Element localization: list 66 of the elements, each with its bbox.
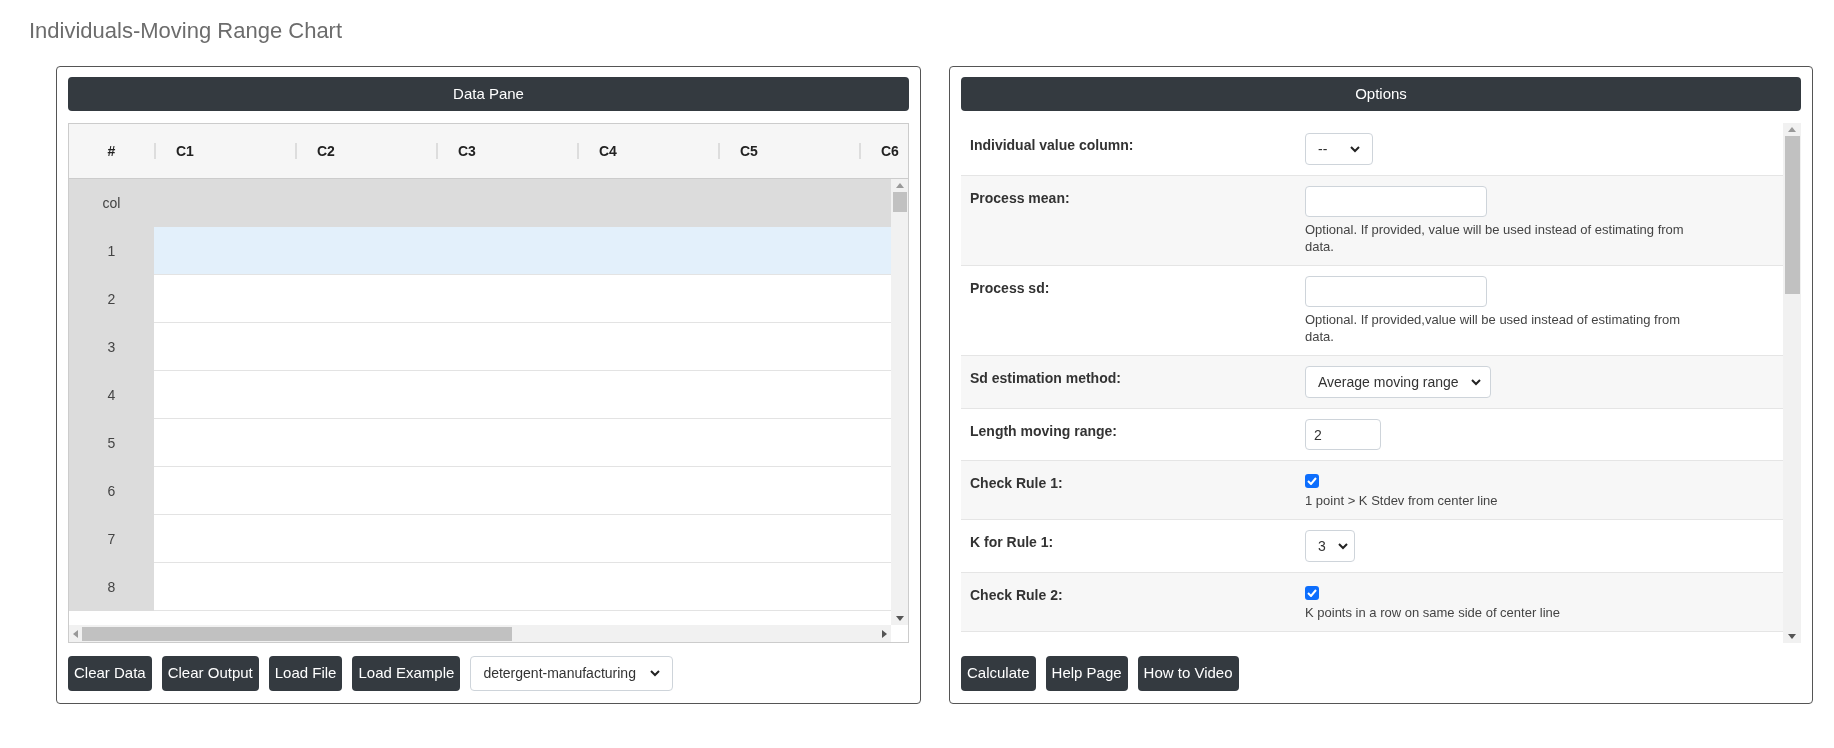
scroll-up-icon <box>895 183 904 188</box>
action-button[interactable]: Clear Output <box>161 656 259 691</box>
column-header: C2 <box>317 141 335 161</box>
row-number-cell: 8 <box>69 563 154 611</box>
action-button[interactable]: Calculate <box>961 656 1036 691</box>
field-label: Process sd: <box>970 280 1050 296</box>
vertical-scrollbar[interactable] <box>1783 123 1801 643</box>
dropdown-select[interactable]: -- <box>1305 133 1373 165</box>
action-button[interactable]: Load File <box>268 656 343 691</box>
action-button[interactable]: Clear Data <box>68 656 152 691</box>
help-text: 1 point > K Stdev from center line <box>1305 492 1498 509</box>
scroll-down-icon <box>1788 634 1796 639</box>
text-input[interactable] <box>1305 186 1487 217</box>
row-number-cell: 2 <box>69 275 154 323</box>
field-label: Length moving range: <box>970 423 1117 439</box>
column-header: C5 <box>740 141 758 161</box>
column-header: C1 <box>176 141 194 161</box>
column-header: C6 <box>881 141 899 161</box>
help-text: Optional. If provided, value will be used instead of estimating from data. <box>1305 221 1685 255</box>
checkbox[interactable] <box>1305 474 1319 488</box>
row-number-cell: 4 <box>69 371 154 419</box>
field-label: Sd estimation method: <box>970 370 1121 386</box>
row-number-cell: 6 <box>69 467 154 515</box>
scrollbar-thumb[interactable] <box>892 192 907 212</box>
field-label: K for Rule 1: <box>970 534 1054 550</box>
row-number-cell: 5 <box>69 419 154 467</box>
check-icon <box>1307 589 1317 597</box>
help-text: Optional. If provided,value will be used instead of estimating from data. <box>1305 311 1682 345</box>
chevron-down-icon <box>1470 378 1481 386</box>
check-icon <box>1307 477 1317 485</box>
checkbox[interactable] <box>1305 586 1319 600</box>
action-button[interactable]: Load Example <box>352 656 461 691</box>
action-button[interactable]: Help Page <box>1045 656 1128 691</box>
chevron-down-icon <box>1350 145 1360 153</box>
scroll-left-icon <box>73 629 78 638</box>
field-label: Check Rule 1: <box>970 475 1063 491</box>
dropdown-select[interactable]: detergent-manufacturing <box>470 656 674 691</box>
field-label: Process mean: <box>970 190 1070 206</box>
row-number-cell: 1 <box>69 227 154 275</box>
vertical-scrollbar[interactable] <box>891 179 908 625</box>
text-input[interactable] <box>1305 276 1487 307</box>
data-row[interactable] <box>154 227 891 275</box>
number-input[interactable]: 2 <box>1305 419 1381 450</box>
horizontal-scrollbar[interactable] <box>69 625 891 642</box>
help-text: K points in a row on same side of center line <box>1305 604 1561 621</box>
field-label: Check Rule 2: <box>970 587 1063 603</box>
chevron-down-icon <box>1337 542 1348 550</box>
field-label: Individual value column: <box>970 137 1134 153</box>
row-number-cell: 3 <box>69 323 154 371</box>
panel-header: Data Pane <box>68 77 909 111</box>
page-title: Individuals-Moving Range Chart <box>29 17 344 45</box>
row-header: col <box>102 193 121 213</box>
action-button[interactable]: How to Video <box>1137 656 1239 691</box>
scroll-down-icon <box>895 616 904 621</box>
dropdown-select[interactable]: Average moving range <box>1305 366 1491 398</box>
column-header: C3 <box>458 141 476 161</box>
scrollbar-thumb[interactable] <box>82 626 512 641</box>
column-header: # <box>107 141 116 161</box>
chevron-down-icon <box>650 670 661 677</box>
column-header: C4 <box>599 141 617 161</box>
scroll-right-icon <box>882 629 887 638</box>
panel-header: Options <box>961 77 1801 111</box>
dropdown-select[interactable]: 3 <box>1305 530 1355 562</box>
row-number-cell: 7 <box>69 515 154 563</box>
scroll-up-icon <box>1788 127 1796 132</box>
scrollbar-thumb[interactable] <box>1784 136 1800 294</box>
